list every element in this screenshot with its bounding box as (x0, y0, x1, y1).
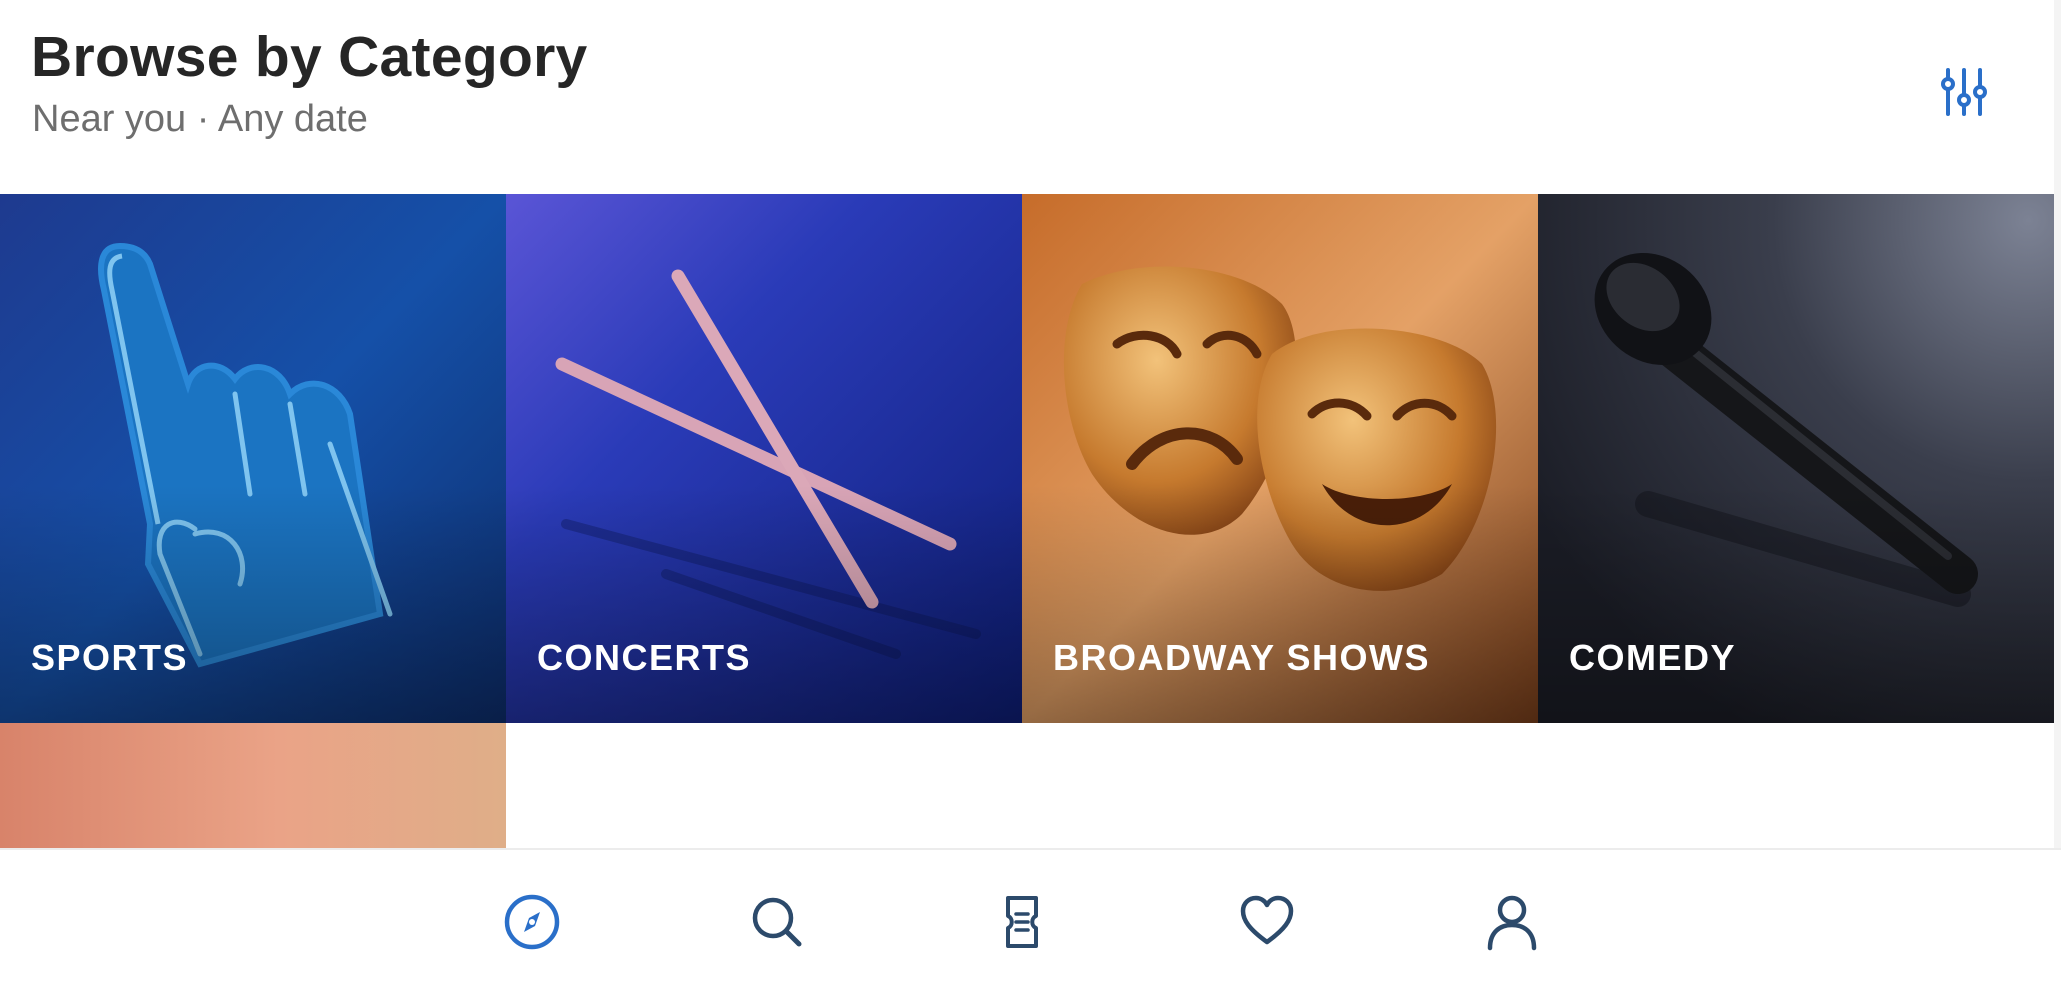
nav-tickets[interactable] (990, 890, 1054, 954)
scroll-edge (2054, 0, 2061, 848)
category-grid: SPORTS CONCERTS BROADWAY SHOWS COMEDY (0, 194, 2054, 848)
compass-icon (504, 894, 560, 950)
category-image-partial (0, 723, 506, 848)
category-label-sports: SPORTS (31, 637, 189, 678)
tile-shade (1538, 484, 2054, 723)
page-subtitle: Near you · Any date (32, 98, 368, 140)
category-tile-broadway-shows[interactable]: BROADWAY SHOWS (1022, 194, 1538, 723)
sliders-icon (1941, 68, 1987, 116)
content-area: Browse by Category Near you · Any date S… (0, 0, 2054, 848)
page-title: Browse by Category (31, 25, 588, 89)
user-icon (1487, 895, 1537, 951)
tile-shade (1022, 484, 1538, 723)
browse-screen: Browse by Category Near you · Any date S… (0, 0, 2061, 993)
category-tile-sports[interactable]: SPORTS (0, 194, 506, 723)
category-label-comedy: COMEDY (1569, 637, 1737, 678)
nav-account[interactable] (1480, 890, 1544, 954)
nav-favorites[interactable] (1235, 890, 1299, 954)
category-label-broadway-shows: BROADWAY SHOWS (1053, 637, 1431, 678)
tile-shade (0, 484, 506, 723)
heart-icon (1240, 895, 1294, 945)
nav-search[interactable] (745, 890, 809, 954)
tile-shade (506, 484, 1022, 723)
filter-button[interactable] (1938, 66, 1990, 118)
search-icon (752, 897, 802, 947)
bottom-navigation (0, 848, 2061, 993)
nav-discover[interactable] (500, 890, 564, 954)
category-label-concerts: CONCERTS (537, 637, 752, 678)
category-tile-concerts[interactable]: CONCERTS (506, 194, 1022, 723)
category-tile-comedy[interactable]: COMEDY (1538, 194, 2054, 723)
ticket-icon (1006, 896, 1038, 948)
category-tile-partial[interactable] (0, 723, 506, 848)
page-header: Browse by Category Near you · Any date (0, 0, 2054, 194)
